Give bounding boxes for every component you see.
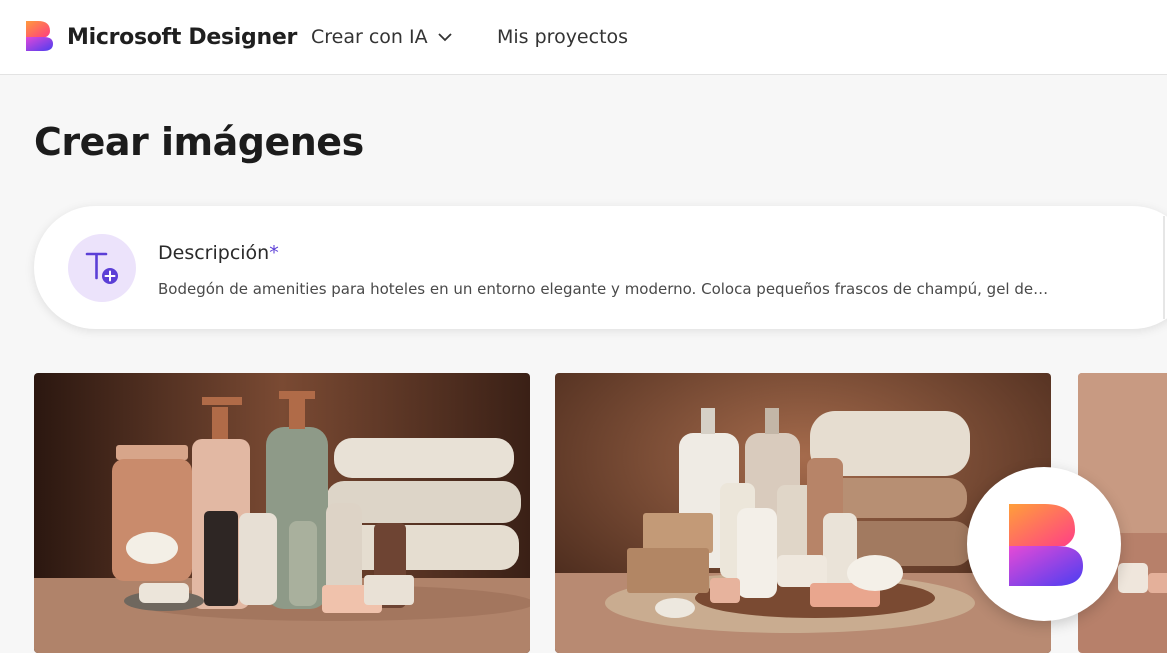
prompt-label: Descripción* — [158, 242, 279, 264]
chevron-down-icon — [437, 32, 452, 41]
nav-mis-proyectos-label: Mis proyectos — [497, 26, 629, 48]
page-title: Crear imágenes — [34, 120, 364, 164]
brand-name[interactable]: Microsoft Designer — [67, 25, 297, 50]
prompt-card[interactable]: Descripción* Bodegón de amenities para h… — [34, 206, 1167, 329]
microsoft-designer-logo-icon[interactable] — [24, 19, 54, 53]
prompt-divider — [1163, 216, 1165, 319]
top-bar: Microsoft Designer Crear con IA Mis proy… — [0, 0, 1167, 75]
required-mark: * — [269, 242, 279, 264]
prompt-input[interactable]: Bodegón de amenities para hoteles en un … — [158, 280, 1138, 298]
generated-image-1[interactable] — [34, 373, 530, 653]
designer-badge-icon[interactable] — [967, 467, 1121, 621]
nav-crear-con-ia-label: Crear con IA — [311, 26, 428, 48]
nav-mis-proyectos[interactable]: Mis proyectos — [497, 26, 628, 48]
nav-crear-con-ia[interactable]: Crear con IA — [311, 26, 452, 48]
text-add-icon — [68, 234, 136, 302]
prompt-label-text: Descripción — [158, 242, 270, 264]
